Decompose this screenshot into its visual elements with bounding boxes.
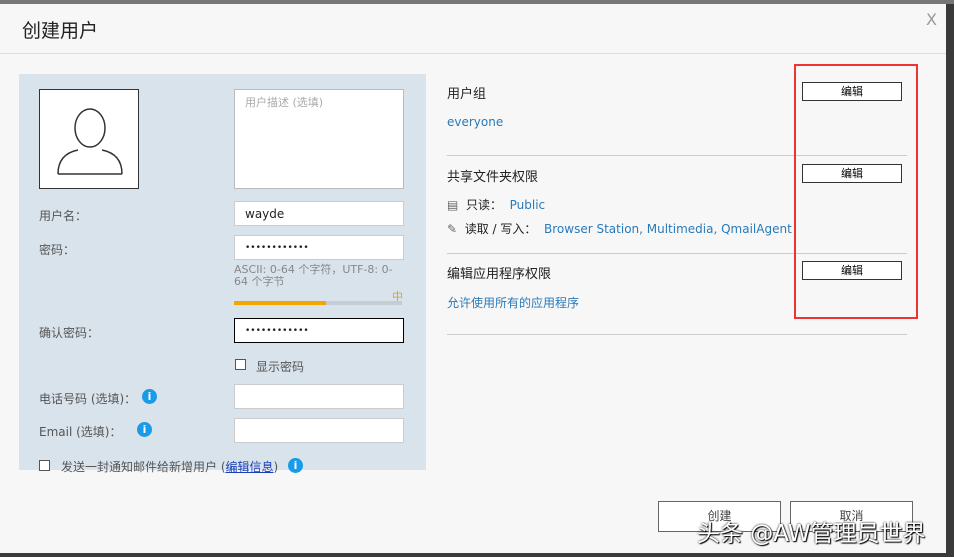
readwrite-label: 读取 / 写入：	[464, 222, 537, 236]
show-password-checkbox[interactable]	[235, 359, 246, 370]
username-label: 用户名：	[39, 209, 88, 223]
phone-input[interactable]	[234, 384, 404, 409]
notify-text: 发送一封通知邮件给新增用户 (	[61, 460, 226, 474]
user-silhouette-icon	[57, 108, 123, 175]
phone-label: 电话号码 (选填)：	[39, 392, 137, 406]
app-value[interactable]: 允许使用所有的应用程序	[447, 294, 579, 311]
readonly-value[interactable]: Public	[510, 198, 546, 212]
group-title: 用户组	[447, 87, 487, 102]
close-icon[interactable]: X	[926, 10, 937, 29]
password-hint: ASCII: 0-64 个字符，UTF-8: 0-64 个字节	[234, 263, 393, 288]
info-icon[interactable]: i	[288, 458, 303, 473]
email-input[interactable]	[234, 418, 404, 443]
group-value[interactable]: everyone	[447, 115, 503, 129]
notify-paren: )	[273, 460, 279, 474]
readonly-row: ▤ 只读： Public	[447, 196, 545, 213]
confirm-password-input[interactable]: ••••••••••••	[234, 318, 404, 343]
description-input[interactable]: 用户描述 (选填)	[234, 89, 404, 189]
readwrite-row: ✎ 读取 / 写入： Browser Station, Multimedia, …	[447, 220, 792, 237]
dialog-title: 创建用户	[22, 20, 99, 42]
divider	[0, 53, 946, 54]
divider	[447, 334, 907, 335]
user-info-panel: 用户描述 (选填) 用户名： wayde 密码： •••••••••••• AS…	[19, 74, 426, 474]
notify-label: 发送一封通知邮件给新增用户 (编辑信息)	[61, 458, 278, 475]
username-input[interactable]: wayde	[234, 201, 404, 226]
readwrite-value[interactable]: Browser Station, Multimedia, QmailAgent	[544, 222, 792, 236]
info-icon[interactable]: i	[137, 422, 152, 437]
confirm-label: 确认密码：	[39, 326, 100, 340]
share-title: 共享文件夹权限	[447, 170, 539, 185]
notify-checkbox[interactable]	[39, 460, 50, 471]
info-icon[interactable]: i	[142, 389, 157, 404]
edit-message-link[interactable]: 编辑信息	[226, 460, 274, 474]
highlight-annotation	[794, 64, 918, 319]
create-user-dialog: 创建用户 X 用户描述 (选填) 用户名： wayde 密码： ••••••••…	[0, 4, 946, 553]
app-title: 编辑应用程序权限	[447, 267, 552, 282]
email-label: Email (选填)：	[39, 425, 122, 439]
watermark: 头条 @AW管理员世界	[697, 521, 926, 547]
password-input[interactable]: ••••••••••••	[234, 235, 404, 260]
password-label: 密码：	[39, 243, 76, 257]
document-icon: ▤	[447, 198, 459, 212]
edit-document-icon: ✎	[447, 222, 458, 236]
strength-fill	[234, 301, 327, 305]
readonly-label: 只读：	[465, 198, 502, 212]
avatar[interactable]	[39, 89, 139, 189]
show-password-label: 显示密码	[256, 360, 305, 374]
strength-bar	[234, 301, 402, 305]
